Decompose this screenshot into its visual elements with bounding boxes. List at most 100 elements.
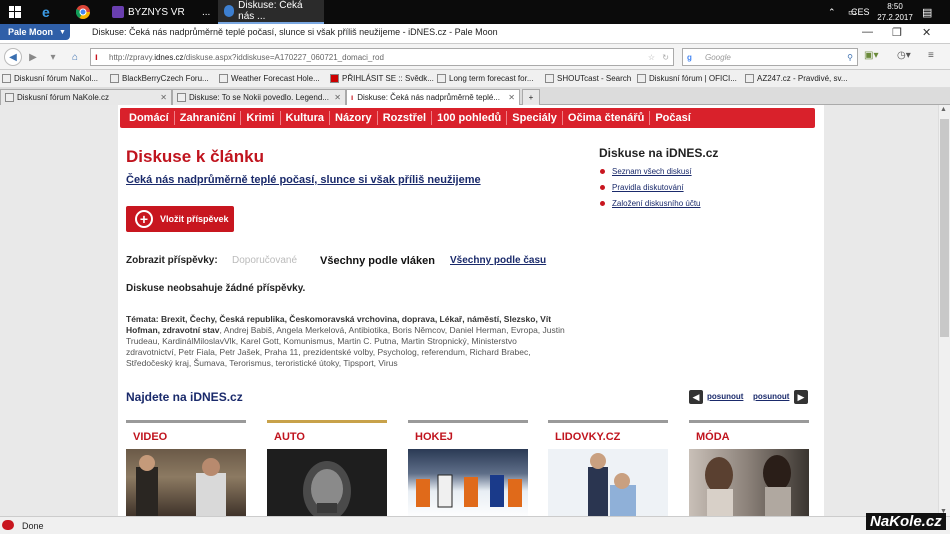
minimize-icon[interactable]: — (862, 26, 873, 38)
language-indicator[interactable]: CES (851, 0, 870, 24)
card-auto[interactable]: AUTO (267, 420, 387, 516)
next-link[interactable]: posunout (753, 392, 789, 401)
bookmark-item[interactable]: Diskusní fórum NaKol... (2, 74, 98, 83)
plus-circle-icon: + (135, 210, 153, 228)
windows-start-icon[interactable] (6, 0, 24, 24)
clock-time: 8:50 (887, 2, 903, 11)
scrollbar-thumb[interactable] (940, 119, 949, 337)
scroll-up-icon[interactable]: ▲ (940, 106, 947, 113)
watermark: NaKole.cz (866, 513, 946, 530)
close-icon[interactable]: ✕ (922, 26, 931, 39)
new-tab-button[interactable]: + (522, 89, 540, 105)
vertical-scrollbar[interactable]: ▲ ▼ (938, 105, 950, 516)
sidebar-link-account[interactable]: Založení diskusního účtu (600, 199, 701, 208)
google-icon: g (687, 52, 692, 62)
bookmark-star-icon[interactable]: ☆ (648, 53, 655, 62)
dropdown-icon: ▼ (59, 28, 66, 36)
sidebar-heading: Diskuse na iDNES.cz (599, 146, 719, 160)
article-link[interactable]: Čeká nás nadprůměrně teplé počasí, slunc… (126, 174, 481, 186)
tab-nokia[interactable]: Diskuse: To se Nokii povedlo. Legend... ✕ (172, 89, 346, 105)
history-icon[interactable]: ◷▾ (897, 50, 911, 61)
tab-close-icon[interactable]: ✕ (508, 93, 515, 102)
tab-close-icon[interactable]: ✕ (334, 93, 341, 102)
tray-chevron-icon[interactable]: ⌃ (828, 0, 836, 24)
nav-item-pocasi[interactable]: Počasí (650, 111, 695, 125)
card-bar (126, 420, 246, 423)
adblock-icon[interactable] (2, 520, 14, 530)
forward-icon[interactable]: ▶ (24, 48, 42, 66)
prev-arrow-icon[interactable]: ◀ (689, 390, 703, 404)
chrome-icon[interactable] (76, 0, 94, 24)
app-menu-label: Pale Moon (8, 27, 54, 37)
edge-icon[interactable]: e (42, 0, 60, 24)
clock-date: 27.2.2017 (877, 13, 913, 22)
reload-icon[interactable]: ↻ (662, 53, 669, 62)
filter-time[interactable]: Všechny podle času (450, 255, 546, 266)
card-image (267, 449, 387, 516)
tab-diskuse[interactable]: ı Diskuse: Čeká nás nadprůměrně teplé... ✕ (346, 89, 520, 105)
site-favicon-icon: ı (95, 51, 98, 63)
tab-close-icon[interactable]: ✕ (160, 93, 167, 102)
nav-item-specialy[interactable]: Speciály (507, 111, 563, 125)
card-moda[interactable]: MÓDA (689, 420, 809, 516)
card-bar (267, 420, 387, 423)
tab-nakole[interactable]: Diskusní fórum NaKole.cz ✕ (0, 89, 172, 105)
bookmark-favicon-icon (637, 74, 646, 83)
next-arrow-icon[interactable]: ▶ (794, 390, 808, 404)
page-title: Diskuse k článku (126, 147, 264, 166)
page-viewport: Domácí Zahraniční Krimi Kultura Názory R… (0, 105, 938, 516)
bookmark-favicon-icon (545, 74, 554, 83)
taskbar-item-byznys[interactable]: BYZNYS VR (106, 0, 206, 24)
bookmark-item[interactable]: AZ247.cz - Pravdivé, sv... (745, 74, 848, 83)
section-heading: Najdete na iDNES.cz (126, 390, 243, 404)
card-title: AUTO (274, 431, 305, 443)
card-video[interactable]: VIDEO (126, 420, 246, 516)
status-text: Done (22, 521, 44, 531)
nav-item-ocima-ctenaru[interactable]: Očima čtenářů (563, 111, 651, 125)
card-lidovky[interactable]: LIDOVKY.CZ (548, 420, 668, 516)
restore-icon[interactable]: ❐ (892, 26, 902, 39)
nav-item-kultura[interactable]: Kultura (281, 111, 330, 125)
app-menu-button[interactable]: Pale Moon ▼ (0, 24, 70, 40)
prev-link[interactable]: posunout (707, 392, 743, 401)
bookmark-item[interactable]: BlackBerryCzech Foru... (110, 74, 209, 83)
sidebar-link-rules[interactable]: Pravidla diskutování (600, 183, 684, 192)
url-input[interactable]: ı http://zpravy. idnes.cz/diskuse.aspx?id… (90, 48, 674, 66)
search-input[interactable]: g Google ⚲ (682, 48, 858, 66)
add-post-button[interactable]: + Vložit příspěvek (126, 206, 234, 232)
nav-item-rozstrel[interactable]: Rozstřel (378, 111, 433, 125)
navigation-bar: ◀ ▶ ▾ ⌂ ı http://zpravy. idnes.cz/diskuse… (0, 44, 950, 70)
bookmark-item[interactable]: PŘIHLÁSIT SE :: Svědk... (330, 74, 434, 83)
bookmark-item[interactable]: Diskusní fórum | OFICI... (637, 74, 737, 83)
nav-item-zahranicni[interactable]: Zahraniční (175, 111, 242, 125)
bookmark-item[interactable]: SHOUTcast - Search (545, 74, 631, 83)
nav-item-domaci[interactable]: Domácí (124, 111, 175, 125)
card-title: MÓDA (696, 431, 730, 443)
taskbar-item-more[interactable]: ... (196, 0, 216, 24)
bookmark-item[interactable]: Weather Forecast Hole... (219, 74, 320, 83)
card-image (126, 449, 246, 516)
bookmark-item[interactable]: Long term forecast for... (437, 74, 533, 83)
sidebar-link-all[interactable]: Seznam všech diskusí (600, 167, 692, 176)
bookmark-favicon-icon (110, 74, 119, 83)
addons-icon[interactable]: ▣▾ (864, 50, 878, 61)
filter-threads[interactable]: Všechny podle vláken (320, 255, 435, 267)
status-bar: Done NaKole.cz (0, 513, 950, 534)
taskbar-item-label: ... (202, 6, 211, 18)
card-hokej[interactable]: HOKEJ (408, 420, 528, 516)
taskbar-item-palemoon[interactable]: Diskuse: Čeká nás ... (218, 0, 324, 24)
nav-item-nazory[interactable]: Názory (330, 111, 378, 125)
nav-item-krimi[interactable]: Krimi (241, 111, 281, 125)
notifications-icon[interactable]: ▤ (922, 0, 932, 24)
tab-bar: Diskusní fórum NaKole.cz ✕ Diskuse: To se… (0, 88, 950, 105)
topics-label: Témata: (126, 314, 159, 324)
menu-icon[interactable]: ≡ (928, 50, 934, 61)
search-icon[interactable]: ⚲ (847, 53, 853, 62)
dropdown-icon[interactable]: ▾ (44, 48, 62, 66)
nav-item-100-pohledu[interactable]: 100 pohledů (432, 111, 508, 125)
filter-recommended[interactable]: Doporučované (232, 255, 297, 266)
bookmark-favicon-icon (745, 74, 754, 83)
clock[interactable]: 8:50 27.2.2017 (875, 0, 915, 24)
home-icon[interactable]: ⌂ (66, 48, 84, 66)
back-icon[interactable]: ◀ (4, 48, 22, 66)
